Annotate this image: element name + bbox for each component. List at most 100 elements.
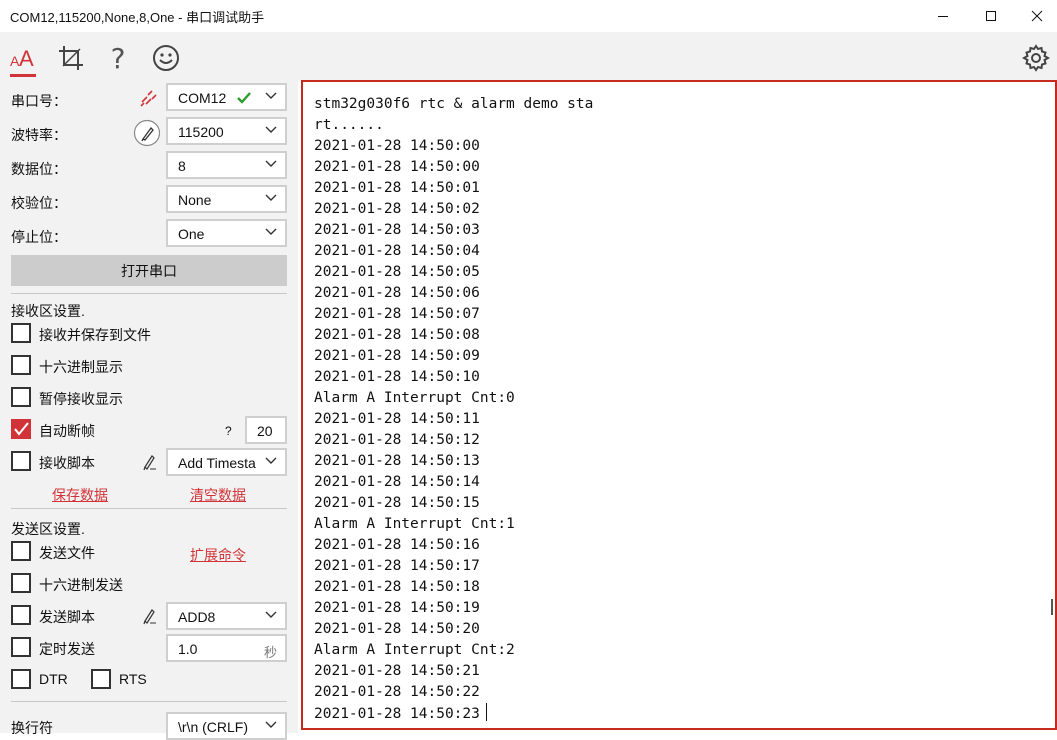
terminal-line: 2021-01-28 14:50:07 [314, 306, 480, 322]
parity-label: 校验位： [11, 195, 67, 211]
open-port-button[interactable]: 打开串口 [11, 255, 287, 286]
crop-icon[interactable] [51, 38, 91, 78]
stopbits-value: One [178, 226, 205, 242]
close-button[interactable] [1014, 0, 1057, 32]
port-label: 串口号： [11, 93, 67, 109]
chevron-down-icon [265, 228, 277, 236]
send-script-checkbox[interactable] [11, 605, 31, 625]
divider [11, 293, 287, 294]
terminal-line: 2021-01-28 14:50:13 [314, 453, 480, 469]
receive-script-label: 接收脚本 [39, 455, 95, 471]
timer-interval-value: 1.0 [178, 641, 198, 657]
send-file-label: 发送文件 [39, 545, 95, 561]
terminal-line: 2021-01-28 14:50:00 [314, 159, 480, 175]
newline-select[interactable]: \r\n (CRLF) [166, 712, 287, 740]
parity-value: None [178, 192, 212, 208]
terminal-line: 2021-01-28 14:50:14 [314, 474, 480, 490]
terminal-line: 2021-01-28 14:50:09 [314, 348, 480, 364]
receive-terminal[interactable]: stm32g030f6 rtc & alarm demo sta rt......… [301, 80, 1057, 730]
auto-frame-input[interactable]: 20 [245, 416, 287, 444]
title-bar: COM12,115200,None,8,One - 串口调试助手 [0, 0, 1057, 32]
timer-send-checkbox[interactable] [11, 637, 31, 657]
clear-data-link[interactable]: 清空数据 [190, 485, 246, 505]
terminal-output: stm32g030f6 rtc & alarm demo sta rt......… [314, 94, 593, 725]
timer-unit: 秒 [263, 645, 277, 660]
save-to-file-label: 接收并保存到文件 [39, 327, 151, 343]
divider [11, 701, 287, 702]
rts-checkbox[interactable] [91, 669, 111, 689]
baud-select[interactable]: 115200 [166, 117, 287, 145]
terminal-line: 2021-01-28 14:50:02 [314, 201, 480, 217]
hex-send-label: 十六进制发送 [39, 577, 123, 593]
auto-frame-checkbox[interactable] [11, 419, 31, 439]
receive-script-select[interactable]: Add Timesta [166, 448, 287, 476]
unplug-icon[interactable] [139, 90, 157, 108]
pen-icon[interactable] [141, 453, 157, 471]
terminal-line: 2021-01-28 14:50:20 [314, 621, 480, 637]
settings-panel: 串口号： COM12 波特率： 115200 数据位： 8 校验位： None … [0, 80, 298, 740]
minimize-button[interactable] [920, 0, 966, 32]
receive-script-checkbox[interactable] [11, 451, 31, 471]
expand-command-link[interactable]: 扩展命令 [190, 545, 246, 565]
pause-display-checkbox[interactable] [11, 387, 31, 407]
terminal-line: 2021-01-28 14:50:12 [314, 432, 480, 448]
auto-frame-help-icon[interactable]: ? [225, 424, 232, 438]
terminal-line: rt...... [314, 117, 384, 133]
pause-display-label: 暂停接收显示 [39, 391, 123, 407]
terminal-line: 2021-01-28 14:50:21 [314, 663, 480, 679]
scrollbar-thumb[interactable] [1051, 599, 1053, 615]
port-value: COM12 [178, 90, 227, 106]
auto-frame-value: 20 [257, 423, 273, 439]
divider [11, 508, 287, 509]
port-select[interactable]: COM12 [166, 83, 287, 111]
terminal-line: 2021-01-28 14:50:19 [314, 600, 480, 616]
active-tab-indicator [10, 74, 36, 77]
send-script-label: 发送脚本 [39, 609, 95, 625]
maximize-button[interactable] [968, 0, 1014, 32]
chevron-down-icon [265, 160, 277, 168]
databits-label: 数据位： [11, 161, 67, 177]
window-title: COM12,115200,None,8,One - 串口调试助手 [10, 10, 265, 25]
baud-label: 波特率： [11, 127, 67, 143]
save-to-file-checkbox[interactable] [11, 323, 31, 343]
gear-icon[interactable] [1016, 38, 1056, 78]
chevron-down-icon [265, 92, 277, 100]
terminal-line: 2021-01-28 14:50:03 [314, 222, 480, 238]
send-file-checkbox[interactable] [11, 541, 31, 561]
dtr-checkbox[interactable] [11, 669, 31, 689]
terminal-line: Alarm A Interrupt Cnt:2 [314, 642, 515, 658]
databits-select[interactable]: 8 [166, 151, 287, 179]
dtr-label: DTR [39, 671, 68, 687]
hex-display-label: 十六进制显示 [39, 359, 123, 375]
stopbits-label: 停止位： [11, 229, 67, 245]
timer-send-label: 定时发送 [39, 641, 95, 657]
receive-section-title: 接收区设置. [11, 303, 85, 319]
terminal-line: Alarm A Interrupt Cnt:1 [314, 516, 515, 532]
terminal-line: 2021-01-28 14:50:04 [314, 243, 480, 259]
terminal-line: 2021-01-28 14:50:18 [314, 579, 480, 595]
toolbar: AA ? [0, 32, 1057, 80]
stopbits-select[interactable]: One [166, 219, 287, 247]
help-glyph: ? [110, 41, 126, 75]
hex-display-checkbox[interactable] [11, 355, 31, 375]
send-script-select[interactable]: ADD8 [166, 602, 287, 630]
rts-label: RTS [119, 671, 147, 687]
pen-icon[interactable] [141, 607, 157, 625]
smiley-icon[interactable] [146, 38, 186, 78]
close-icon [1031, 10, 1043, 22]
terminal-line: 2021-01-28 14:50:05 [314, 264, 480, 280]
terminal-line: Alarm A Interrupt Cnt:0 [314, 390, 515, 406]
chevron-down-icon [265, 611, 277, 619]
check-icon [237, 92, 251, 104]
font-icon[interactable]: AA [3, 38, 43, 78]
chevron-down-icon [265, 126, 277, 134]
svg-text:A: A [19, 46, 34, 71]
save-data-link[interactable]: 保存数据 [52, 485, 108, 505]
terminal-line: 2021-01-28 14:50:22 [314, 684, 480, 700]
parity-select[interactable]: None [166, 185, 287, 213]
terminal-line: 2021-01-28 14:50:15 [314, 495, 480, 511]
script-pen-icon[interactable] [133, 119, 161, 147]
help-icon[interactable]: ? [98, 38, 138, 78]
timer-interval-input[interactable]: 1.0 秒 [166, 634, 287, 662]
hex-send-checkbox[interactable] [11, 573, 31, 593]
